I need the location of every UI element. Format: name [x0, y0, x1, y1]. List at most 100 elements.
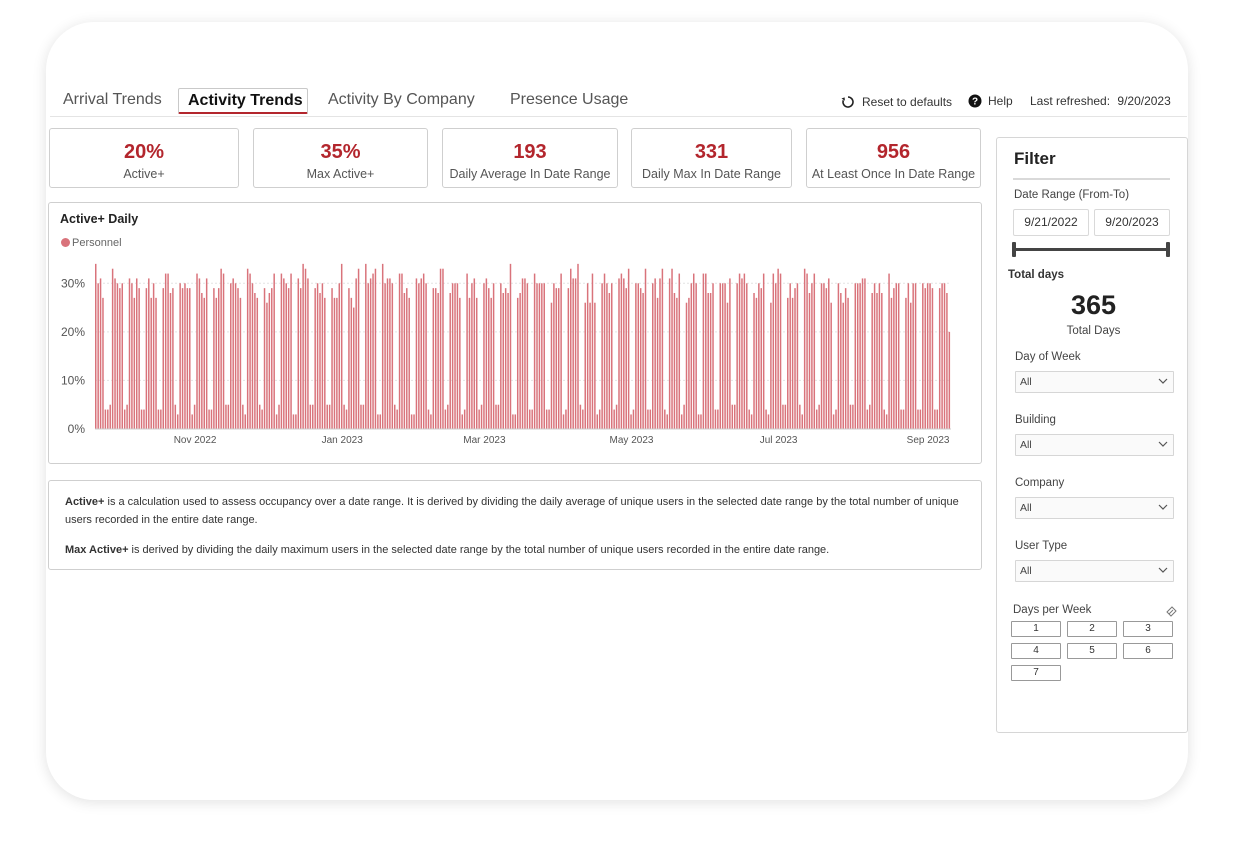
chart-bar [608, 293, 611, 429]
chart-bar [871, 293, 873, 429]
chart-bar [362, 404, 365, 429]
chart-bar [384, 283, 386, 429]
chart-bar [560, 273, 562, 429]
chart-bar [295, 414, 297, 429]
chart-bar [847, 297, 849, 429]
chart-bar [290, 273, 292, 429]
chart-bar [678, 273, 681, 429]
total-days-label: Total days [1008, 269, 1065, 281]
chart-bar [107, 409, 109, 429]
kpi-label: At Least Once In Date Range [811, 167, 976, 181]
chart-bar [936, 409, 939, 429]
chart-bar [451, 283, 454, 429]
chart-bar [319, 293, 321, 429]
definition-notes: Active+ is a calculation used to assess … [48, 480, 982, 570]
chart-bar [181, 288, 184, 429]
chart-bar [516, 297, 519, 429]
days-per-week-option-1[interactable]: 1 [1011, 621, 1061, 637]
chart-bar [644, 268, 647, 429]
chart-bar [779, 273, 782, 429]
chart-bar [367, 283, 369, 429]
chart-bar [114, 278, 116, 429]
chart-bar [138, 288, 140, 429]
days-per-week-option-3[interactable]: 3 [1123, 621, 1173, 637]
chart-bar [550, 302, 553, 429]
active-daily-chart: Active+ Daily Personnel 0% 10% 20% 30% Nov 2… [48, 202, 982, 464]
chart-bar [594, 302, 596, 429]
tab-presence-usage[interactable]: Presence Usage [504, 88, 634, 112]
chart-bar [888, 273, 890, 429]
help-label: Help [988, 94, 1013, 108]
kpi-label: Max Active+ [306, 167, 375, 181]
x-tick-label: Sep 2023 [907, 435, 950, 446]
chart-bar [673, 293, 676, 429]
chart-plot: 0% 10% 20% 30% Nov 2022 Jan 2023 Mar 2023 May 2… [61, 263, 951, 446]
chart-bar [196, 273, 198, 429]
chart-bar [492, 283, 495, 429]
chart-bar [613, 409, 615, 429]
chart-bar [439, 268, 442, 429]
chart-bar [852, 404, 854, 429]
chart-bar [767, 414, 770, 429]
x-tick-label: Jul 2023 [760, 435, 798, 446]
chart-bar [437, 293, 439, 429]
chart-bar [292, 414, 295, 429]
day-of-week-dropdown[interactable]: All [1015, 371, 1174, 393]
chart-bar [664, 409, 666, 429]
chart-bar [427, 409, 430, 429]
last-refreshed: Last refreshed: 9/20/2023 [1030, 94, 1171, 108]
eraser-icon[interactable] [1165, 604, 1178, 617]
chart-bar [502, 293, 504, 429]
chart-bar [733, 404, 736, 429]
days-per-week-option-7[interactable]: 7 [1011, 665, 1061, 681]
tab-arrival-trends[interactable]: Arrival Trends [57, 88, 168, 112]
date-range-slider-track [1014, 248, 1169, 251]
chart-bar [391, 283, 394, 429]
chart-bar [750, 414, 753, 429]
chart-bar [485, 278, 488, 429]
date-to-input[interactable]: 9/20/2023 [1094, 209, 1170, 236]
chart-bar [186, 288, 189, 429]
chart-bar [386, 278, 389, 429]
tab-activity-by-company[interactable]: Activity By Company [322, 88, 481, 112]
chart-bar [357, 268, 360, 429]
days-per-week-option-4[interactable]: 4 [1011, 643, 1061, 659]
chart-bar [500, 283, 502, 429]
days-per-week-option-2[interactable]: 2 [1067, 621, 1117, 637]
chart-bar [340, 263, 343, 429]
date-slider-start-handle[interactable] [1012, 242, 1016, 257]
company-dropdown[interactable]: All [1015, 497, 1174, 519]
date-from-input[interactable]: 9/21/2022 [1013, 209, 1089, 236]
help-button[interactable]: ? Help [968, 94, 1013, 108]
tab-activity-trends[interactable]: Activity Trends [178, 88, 308, 114]
kpi-card-daily-average: 193 Daily Average In Date Range [442, 128, 618, 188]
chart-bar [164, 273, 167, 429]
filter-title-divider [1013, 178, 1170, 180]
chart-bar [746, 283, 748, 429]
chart-bar [825, 288, 828, 429]
chart-bar [900, 409, 902, 429]
chart-bar [157, 409, 160, 429]
chart-bar [148, 278, 150, 429]
chart-bar [514, 414, 517, 429]
building-dropdown[interactable]: All [1015, 434, 1174, 456]
last-refreshed-value: 9/20/2023 [1117, 94, 1171, 108]
chart-bar [668, 278, 671, 429]
chart-bar [447, 404, 449, 429]
tab-divider [50, 116, 1187, 117]
chart-bar [237, 288, 239, 429]
chart-bar [731, 404, 734, 429]
chart-bar [145, 288, 148, 429]
user-type-dropdown[interactable]: All [1015, 560, 1174, 582]
chart-bar [736, 283, 738, 429]
chart-bar [418, 283, 420, 429]
days-per-week-option-6[interactable]: 6 [1123, 643, 1173, 659]
chart-bar [714, 409, 717, 429]
chart-bar [408, 297, 410, 429]
reset-to-defaults-button[interactable]: Reset to defaults [840, 94, 952, 110]
date-slider-end-handle[interactable] [1166, 242, 1170, 257]
days-per-week-option-5[interactable]: 5 [1067, 643, 1117, 659]
chart-bar [480, 404, 483, 429]
chart-bar [791, 297, 794, 429]
dropdown-value: All [1020, 565, 1032, 577]
